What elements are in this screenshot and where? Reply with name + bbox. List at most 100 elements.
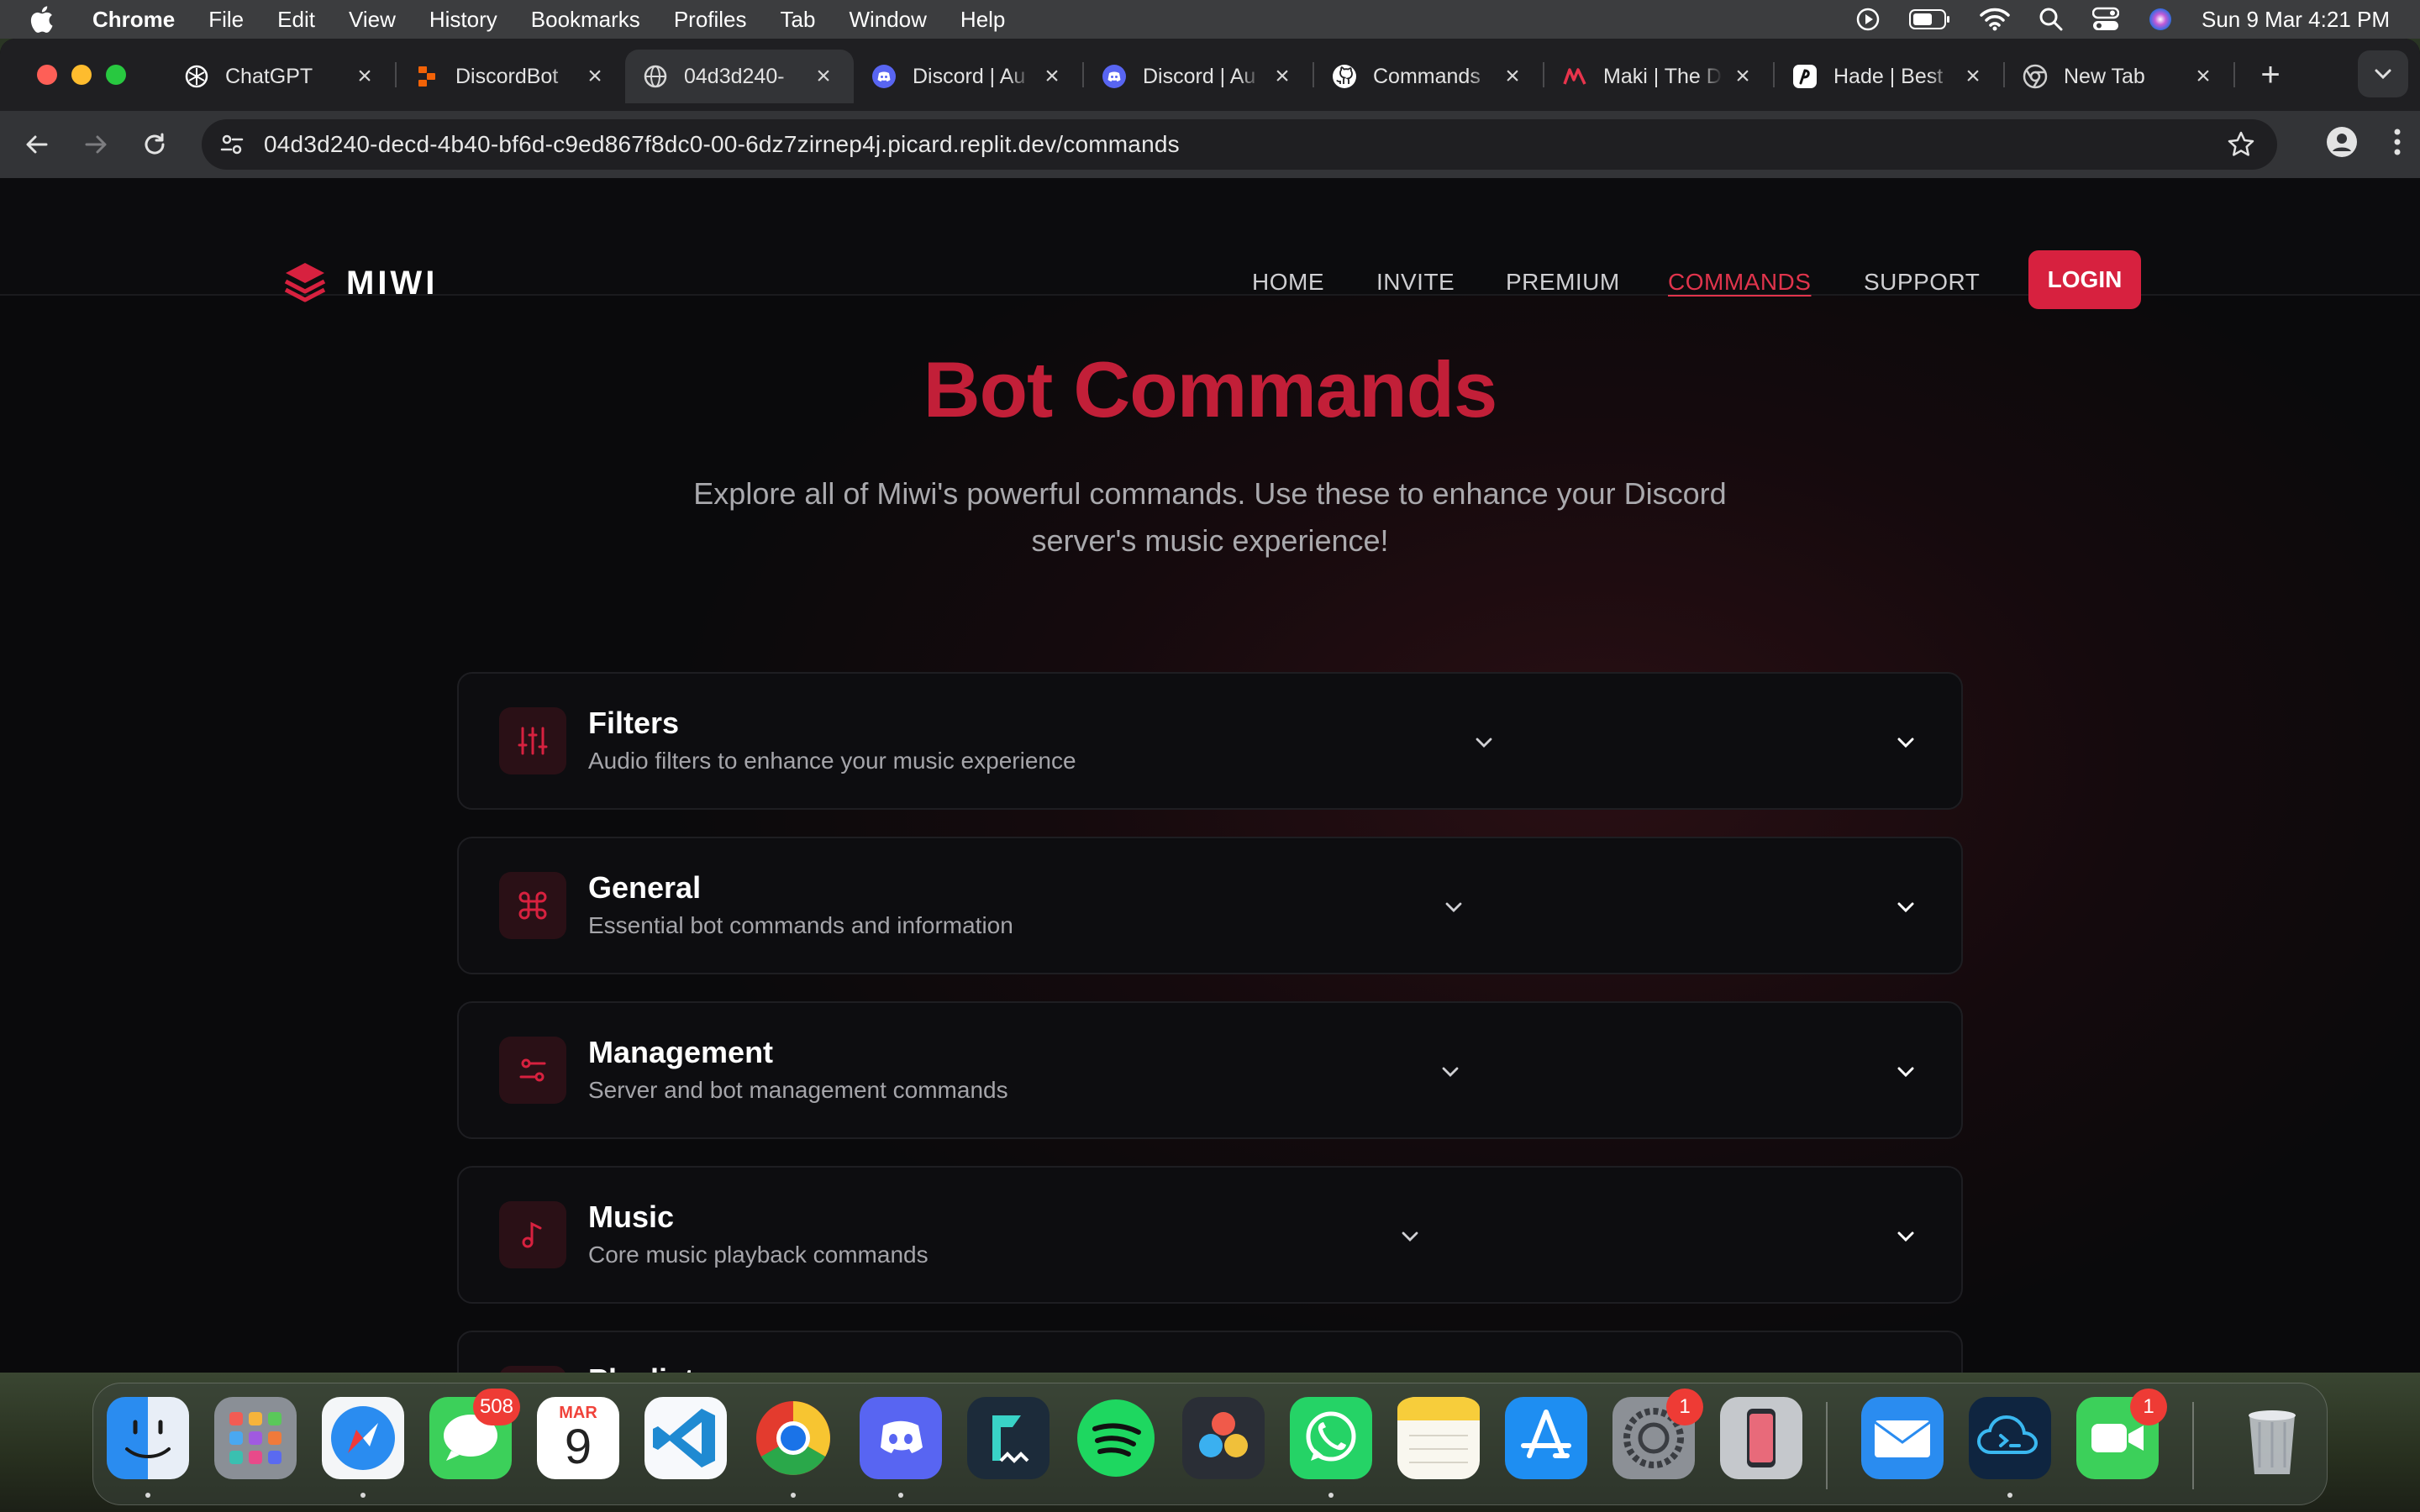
safari-icon[interactable] <box>322 1397 404 1479</box>
chevron-down-icon[interactable] <box>1397 1223 1423 1250</box>
url-text[interactable]: 04d3d240-decd-4b40-bf6d-c9ed867f8dc0-00-… <box>264 131 1180 158</box>
control-center-icon[interactable] <box>2092 7 2119 32</box>
music-note-icon <box>499 1201 566 1268</box>
battery-icon[interactable] <box>1909 8 1951 30</box>
trash-icon[interactable] <box>2231 1397 2313 1479</box>
chrome-app-icon[interactable] <box>752 1397 834 1479</box>
spotify-icon[interactable] <box>1075 1397 1157 1479</box>
site-info-icon[interactable] <box>215 132 249 157</box>
menu-app-name[interactable]: Chrome <box>92 7 175 33</box>
now-playing-icon[interactable] <box>1855 7 1881 32</box>
tab-chatgpt[interactable]: ChatGPT × <box>166 50 395 103</box>
menu-tab[interactable]: Tab <box>781 7 816 33</box>
running-indicator <box>791 1493 796 1498</box>
tab-title: DiscordBot <box>455 64 559 88</box>
tab-new-tab[interactable]: New Tab × <box>2005 50 2233 103</box>
nav-invite[interactable]: INVITE <box>1376 269 1455 296</box>
notes-icon[interactable] <box>1397 1397 1480 1479</box>
close-tab-icon[interactable]: × <box>1501 64 1524 89</box>
finder-icon[interactable] <box>107 1397 189 1479</box>
github-icon <box>1331 63 1358 90</box>
mail-icon[interactable] <box>1861 1397 1944 1479</box>
tab-discord-2[interactable]: Discord | Au × <box>1084 50 1313 103</box>
menu-file[interactable]: File <box>208 7 244 33</box>
cloud-terminal-icon[interactable] <box>1969 1397 2051 1479</box>
category-card-filters[interactable]: Filters Audio filters to enhance your mu… <box>457 672 1963 810</box>
menubar-clock[interactable]: Sun 9 Mar 4:21 PM <box>2202 7 2390 33</box>
vscode-icon[interactable] <box>644 1397 727 1479</box>
menu-help[interactable]: Help <box>960 7 1005 33</box>
messages-icon[interactable]: 508 <box>429 1389 520 1479</box>
facetime-icon[interactable]: 1 <box>2076 1389 2167 1479</box>
chrome-icon <box>2022 63 2049 90</box>
close-tab-icon[interactable]: × <box>812 64 835 89</box>
nav-support[interactable]: SUPPORT <box>1864 269 1980 296</box>
launchpad-icon[interactable] <box>214 1397 297 1479</box>
chevron-down-icon[interactable] <box>1440 894 1467 921</box>
chevron-down-icon[interactable] <box>1892 1058 1919 1085</box>
close-tab-icon[interactable]: × <box>583 64 607 89</box>
system-settings-icon[interactable]: 1 <box>1612 1389 1703 1479</box>
category-card-general[interactable]: General Essential bot commands and infor… <box>457 837 1963 974</box>
iphone-mirroring-icon[interactable] <box>1720 1397 1802 1479</box>
wifi-icon[interactable] <box>1980 8 2010 31</box>
category-card-management[interactable]: Management Server and bot management com… <box>457 1001 1963 1139</box>
forward-button[interactable] <box>77 126 114 163</box>
layers-logo-icon[interactable] <box>282 259 328 304</box>
openai-icon <box>183 63 210 90</box>
menu-history[interactable]: History <box>429 7 497 33</box>
nav-premium[interactable]: PREMIUM <box>1506 269 1620 296</box>
minimize-window-button[interactable] <box>71 65 92 85</box>
close-tab-icon[interactable]: × <box>353 64 376 89</box>
discord-app-icon[interactable] <box>860 1397 942 1479</box>
menu-edit[interactable]: Edit <box>277 7 315 33</box>
menu-view[interactable]: View <box>349 7 396 33</box>
davinci-resolve-icon[interactable] <box>1182 1397 1265 1479</box>
category-name: Music <box>588 1200 675 1234</box>
bookmark-star-icon[interactable] <box>2227 130 2255 163</box>
tab-maki[interactable]: Maki | The D × <box>1544 50 1773 103</box>
siri-icon[interactable] <box>2148 7 2173 32</box>
nav-commands[interactable]: COMMANDS <box>1668 269 1811 296</box>
apple-menu-icon[interactable] <box>29 5 67 34</box>
profile-avatar-icon[interactable] <box>2326 126 2358 162</box>
close-tab-icon[interactable]: × <box>1961 64 1985 89</box>
chevron-down-icon[interactable] <box>1892 729 1919 756</box>
new-tab-button[interactable]: + <box>2254 56 2287 94</box>
app-store-icon[interactable] <box>1505 1397 1587 1479</box>
tab-commands-page-active[interactable]: 04d3d240- × <box>625 50 854 103</box>
back-button[interactable] <box>18 126 55 163</box>
chevron-down-icon[interactable] <box>1892 894 1919 921</box>
brand-name[interactable]: MIWI <box>346 265 438 302</box>
whatsapp-icon[interactable] <box>1290 1397 1372 1479</box>
category-card-music[interactable]: Music Core music playback commands <box>457 1166 1963 1304</box>
close-tab-icon[interactable]: × <box>2191 64 2215 89</box>
nav-home[interactable]: HOME <box>1252 269 1324 296</box>
address-bar[interactable]: 04d3d240-decd-4b40-bf6d-c9ed867f8dc0-00-… <box>202 119 2277 170</box>
filmora-icon[interactable] <box>967 1397 1050 1479</box>
menu-profiles[interactable]: Profiles <box>674 7 747 33</box>
reload-button[interactable] <box>136 126 173 163</box>
chevron-down-icon[interactable] <box>1892 1223 1919 1250</box>
tab-discordbot[interactable]: DiscordBot × <box>397 50 625 103</box>
close-tab-icon[interactable]: × <box>1270 64 1294 89</box>
chevron-down-icon[interactable] <box>1437 1058 1464 1085</box>
calendar-icon[interactable]: MAR 9 <box>537 1397 619 1479</box>
category-card-playlist[interactable]: Playlist <box>457 1331 1963 1373</box>
tab-search-button[interactable] <box>2358 50 2408 97</box>
tab-hade[interactable]: Hade | Best × <box>1775 50 2003 103</box>
fullscreen-window-button[interactable] <box>106 65 126 85</box>
category-name: Playlist <box>588 1362 694 1373</box>
tab-github-commands[interactable]: Commands × <box>1314 50 1543 103</box>
chrome-menu-icon[interactable] <box>2393 128 2402 160</box>
close-tab-icon[interactable]: × <box>1040 64 1064 89</box>
running-indicator <box>2007 1493 2012 1498</box>
chevron-down-icon[interactable] <box>1470 729 1497 756</box>
close-window-button[interactable] <box>37 65 57 85</box>
menu-window[interactable]: Window <box>849 7 926 33</box>
spotlight-search-icon[interactable] <box>2039 7 2064 32</box>
tab-discord-1[interactable]: Discord | Au × <box>854 50 1082 103</box>
close-tab-icon[interactable]: × <box>1731 64 1754 89</box>
menu-bookmarks[interactable]: Bookmarks <box>531 7 640 33</box>
login-button[interactable]: LOGIN <box>2028 250 2141 309</box>
